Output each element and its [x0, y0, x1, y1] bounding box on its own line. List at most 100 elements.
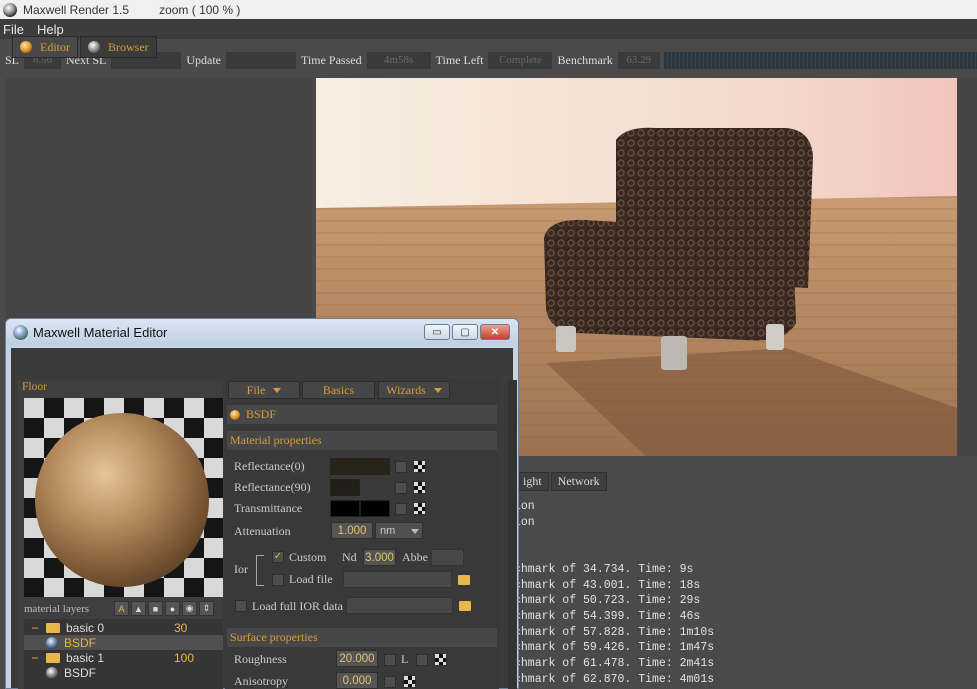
transmittance-texture-checkbox[interactable] — [395, 503, 407, 515]
preview-sphere — [35, 413, 209, 587]
bsdf-sphere-icon — [46, 636, 58, 649]
load-full-ior-checkbox[interactable] — [235, 600, 247, 612]
basics-button[interactable]: Basics — [302, 381, 375, 399]
layer-row[interactable]: − basic 1 100 — [24, 650, 223, 665]
log-line: chmark of 50.723. Time: 29s — [514, 594, 701, 608]
log-line: chmark of 57.828. Time: 1m10s — [514, 625, 715, 639]
layer-weight: 30 — [174, 620, 188, 635]
reflectance90-label: Reflectance(90) — [234, 480, 311, 494]
roughness-texture-icon[interactable] — [434, 653, 447, 666]
maxwell-logo-icon — [3, 2, 17, 17]
log-line: ​ — [514, 546, 977, 562]
bsdf-header[interactable]: BSDF — [227, 405, 497, 424]
bsdf-row[interactable]: BSDF — [24, 665, 223, 680]
bsdf-icon — [230, 409, 240, 420]
custom-ior-checkbox[interactable]: ✓ — [272, 551, 284, 563]
folder-open-icon[interactable] — [459, 601, 471, 611]
anisotropy-label: Anisotropy — [234, 674, 288, 688]
log-line: chmark of 61.478. Time: 2m41s — [514, 657, 715, 671]
reflectance90-texture-icon[interactable] — [413, 481, 426, 494]
full-ior-path-input[interactable] — [346, 597, 453, 614]
nd-input[interactable]: 3.000 — [363, 549, 396, 566]
surface-properties-header[interactable]: Surface properties — [227, 628, 497, 647]
anisotropy-input[interactable]: 0.000 — [336, 672, 378, 689]
tab-light[interactable]: ight — [516, 472, 549, 491]
attenuation-unit-select[interactable]: nm — [375, 522, 423, 539]
minimize-button[interactable]: ▭ — [424, 324, 450, 340]
material-editor-logo-icon — [13, 324, 28, 340]
reflectance0-texture-checkbox[interactable] — [395, 461, 407, 473]
collapse-icon[interactable]: − — [24, 621, 46, 635]
layer-row[interactable]: − basic 0 30 — [24, 620, 223, 635]
log-line: ​ — [514, 530, 977, 546]
benchmark-label: Benchmark — [557, 52, 613, 67]
layer-name: basic 0 — [66, 620, 105, 635]
ior-label: Ior — [234, 562, 248, 576]
roughness-input[interactable]: 20.000 — [336, 650, 378, 667]
eye-icon[interactable]: ◉ — [182, 601, 197, 616]
anisotropy-texture-icon[interactable] — [403, 675, 416, 688]
wizards-dropdown-button[interactable]: Wizards — [378, 381, 450, 399]
layer-name: basic 1 — [66, 650, 105, 665]
load-file-checkbox[interactable] — [272, 574, 284, 586]
file-dropdown-button[interactable]: File — [228, 381, 300, 399]
roughness-texture-checkbox[interactable] — [416, 654, 428, 666]
reflectance0-texture-icon[interactable] — [413, 460, 426, 473]
reflectance0-swatch[interactable] — [330, 458, 360, 475]
app-titlebar: Maxwell Render 1.5 zoom ( 100 % ) — [0, 0, 977, 19]
transmittance-texture-icon[interactable] — [413, 502, 426, 515]
material-editor-titlebar[interactable]: Maxwell Material Editor ▭ ▢ ✕ — [6, 319, 518, 345]
zoom-readout: zoom ( 100 % ) — [159, 2, 241, 17]
custom-label: Custom — [289, 550, 327, 564]
log-line: ion — [514, 500, 535, 513]
file-button-label: File — [246, 382, 266, 397]
time-passed-value: 4m58s — [366, 51, 431, 69]
console-log: ionion​​chmark of 34.734. Time: 9schmark… — [514, 499, 977, 689]
log-line: chmark of 62.870. Time: 4m01s — [514, 672, 715, 686]
attenuation-label: Attenuation — [234, 524, 291, 538]
ior-file-path-input[interactable] — [343, 571, 452, 588]
attenuation-input[interactable]: 1.000 — [331, 522, 373, 539]
viewport-scrollbar[interactable] — [958, 78, 977, 456]
reflectance90-swatch[interactable] — [330, 479, 360, 496]
material-properties-header[interactable]: Material properties — [227, 431, 497, 450]
maximize-button[interactable]: ▢ — [452, 324, 478, 340]
log-line: chmark of 54.399. Time: 46s — [514, 609, 701, 623]
transmittance-swatch[interactable] — [330, 500, 360, 517]
chevron-down-icon — [273, 387, 282, 393]
folder-open-icon[interactable] — [458, 575, 470, 585]
layer-toolbar: A ▲ ■ ● ◉ ⇕ — [114, 601, 214, 616]
material-editor-scrollbar[interactable] — [508, 380, 517, 689]
chevron-down-icon — [433, 387, 442, 393]
abbe-input[interactable] — [431, 549, 464, 566]
material-properties-title: Material properties — [230, 433, 322, 447]
square-icon[interactable]: ■ — [148, 601, 163, 616]
sphere-icon[interactable]: ● — [165, 601, 180, 616]
time-left-value: Complete — [488, 51, 553, 69]
material-preview[interactable] — [24, 398, 223, 597]
add-layer-icon[interactable]: A — [114, 601, 129, 616]
bsdf-row[interactable]: BSDF — [24, 635, 223, 650]
tab-browser[interactable]: Browser — [80, 36, 157, 58]
reflectance90-texture-checkbox[interactable] — [395, 482, 407, 494]
log-line: chmark of 59.426. Time: 1m47s — [514, 641, 715, 655]
menu-help[interactable]: Help — [37, 22, 64, 37]
anisotropy-texture-checkbox[interactable] — [384, 676, 396, 688]
tab-editor[interactable]: Editor — [12, 36, 78, 58]
folder-icon — [46, 622, 60, 633]
transmittance-swatch-b[interactable] — [360, 500, 390, 517]
swap-icon[interactable]: ⇕ — [199, 601, 214, 616]
move-up-icon[interactable]: ▲ — [131, 601, 146, 616]
nd-label: Nd — [342, 550, 357, 564]
attenuation-unit-value: nm — [380, 524, 396, 537]
menu-file[interactable]: File — [3, 22, 24, 37]
editor-tabs: Editor Browser — [12, 36, 159, 58]
collapse-icon[interactable]: − — [24, 651, 46, 665]
close-button[interactable]: ✕ — [480, 324, 510, 340]
app-title: Maxwell Render 1.5 — [23, 2, 130, 17]
reflectance0-swatch-b[interactable] — [360, 458, 390, 475]
layer-tree: − basic 0 30 BSDF − basic 1 100 BSDF — [24, 619, 223, 689]
roughness-lock-checkbox[interactable] — [384, 654, 396, 666]
tab-network[interactable]: Network — [550, 472, 607, 491]
benchmark-value: 63.29 — [617, 51, 660, 69]
